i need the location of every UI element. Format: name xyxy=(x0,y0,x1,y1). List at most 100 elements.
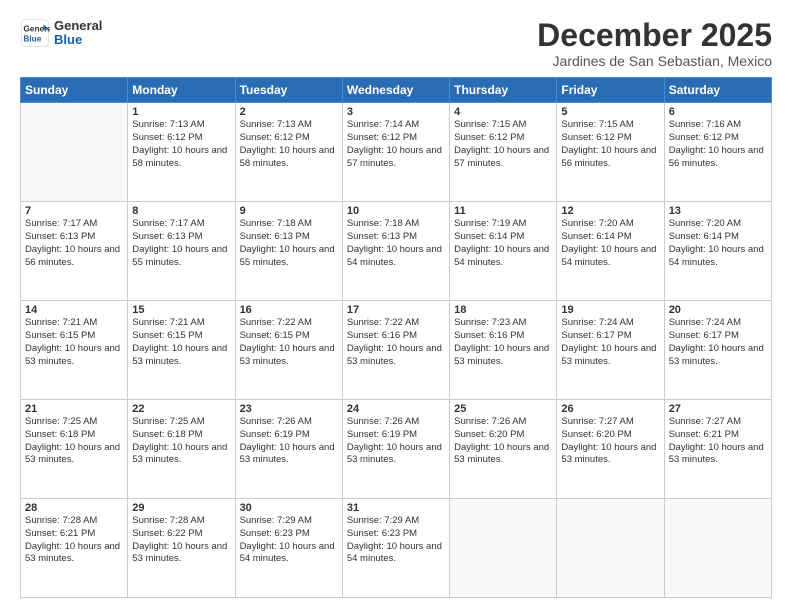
day-info: Sunrise: 7:26 AM Sunset: 6:19 PM Dayligh… xyxy=(347,416,445,467)
day-number: 2 xyxy=(240,106,338,118)
weekday-header-friday: Friday xyxy=(557,78,664,103)
day-info: Sunrise: 7:17 AM Sunset: 6:13 PM Dayligh… xyxy=(25,218,123,269)
day-cell: 1Sunrise: 7:13 AM Sunset: 6:12 PM Daylig… xyxy=(128,103,235,202)
day-cell: 2Sunrise: 7:13 AM Sunset: 6:12 PM Daylig… xyxy=(235,103,342,202)
day-number: 16 xyxy=(240,304,338,316)
day-number: 17 xyxy=(347,304,445,316)
day-number: 18 xyxy=(454,304,552,316)
day-number: 12 xyxy=(561,205,659,217)
day-cell: 16Sunrise: 7:22 AM Sunset: 6:15 PM Dayli… xyxy=(235,301,342,400)
day-number: 14 xyxy=(25,304,123,316)
day-number: 10 xyxy=(347,205,445,217)
day-cell: 29Sunrise: 7:28 AM Sunset: 6:22 PM Dayli… xyxy=(128,499,235,598)
page: General Blue General Blue December 2025 … xyxy=(0,0,792,612)
day-number: 7 xyxy=(25,205,123,217)
day-info: Sunrise: 7:16 AM Sunset: 6:12 PM Dayligh… xyxy=(669,119,767,170)
weekday-header-thursday: Thursday xyxy=(450,78,557,103)
day-info: Sunrise: 7:29 AM Sunset: 6:23 PM Dayligh… xyxy=(240,515,338,566)
day-number: 5 xyxy=(561,106,659,118)
day-number: 27 xyxy=(669,403,767,415)
day-number: 13 xyxy=(669,205,767,217)
day-cell: 23Sunrise: 7:26 AM Sunset: 6:19 PM Dayli… xyxy=(235,400,342,499)
day-info: Sunrise: 7:18 AM Sunset: 6:13 PM Dayligh… xyxy=(347,218,445,269)
day-number: 31 xyxy=(347,502,445,514)
day-info: Sunrise: 7:19 AM Sunset: 6:14 PM Dayligh… xyxy=(454,218,552,269)
day-number: 23 xyxy=(240,403,338,415)
day-info: Sunrise: 7:28 AM Sunset: 6:22 PM Dayligh… xyxy=(132,515,230,566)
svg-text:Blue: Blue xyxy=(23,33,41,43)
day-info: Sunrise: 7:17 AM Sunset: 6:13 PM Dayligh… xyxy=(132,218,230,269)
day-number: 24 xyxy=(347,403,445,415)
day-info: Sunrise: 7:27 AM Sunset: 6:21 PM Dayligh… xyxy=(669,416,767,467)
day-cell: 30Sunrise: 7:29 AM Sunset: 6:23 PM Dayli… xyxy=(235,499,342,598)
day-info: Sunrise: 7:25 AM Sunset: 6:18 PM Dayligh… xyxy=(25,416,123,467)
day-cell: 31Sunrise: 7:29 AM Sunset: 6:23 PM Dayli… xyxy=(342,499,449,598)
day-number: 11 xyxy=(454,205,552,217)
day-number: 15 xyxy=(132,304,230,316)
day-cell: 13Sunrise: 7:20 AM Sunset: 6:14 PM Dayli… xyxy=(664,202,771,301)
day-number: 22 xyxy=(132,403,230,415)
day-info: Sunrise: 7:21 AM Sunset: 6:15 PM Dayligh… xyxy=(132,317,230,368)
day-info: Sunrise: 7:24 AM Sunset: 6:17 PM Dayligh… xyxy=(669,317,767,368)
day-cell: 4Sunrise: 7:15 AM Sunset: 6:12 PM Daylig… xyxy=(450,103,557,202)
day-cell: 9Sunrise: 7:18 AM Sunset: 6:13 PM Daylig… xyxy=(235,202,342,301)
day-info: Sunrise: 7:20 AM Sunset: 6:14 PM Dayligh… xyxy=(561,218,659,269)
day-info: Sunrise: 7:23 AM Sunset: 6:16 PM Dayligh… xyxy=(454,317,552,368)
weekday-header-wednesday: Wednesday xyxy=(342,78,449,103)
day-info: Sunrise: 7:22 AM Sunset: 6:15 PM Dayligh… xyxy=(240,317,338,368)
day-number: 6 xyxy=(669,106,767,118)
day-cell xyxy=(557,499,664,598)
calendar-table: SundayMondayTuesdayWednesdayThursdayFrid… xyxy=(20,77,772,598)
day-cell xyxy=(664,499,771,598)
day-info: Sunrise: 7:13 AM Sunset: 6:12 PM Dayligh… xyxy=(240,119,338,170)
weekday-header-sunday: Sunday xyxy=(21,78,128,103)
month-title: December 2025 xyxy=(537,18,772,53)
logo-icon: General Blue xyxy=(20,18,50,48)
day-number: 21 xyxy=(25,403,123,415)
weekday-header-saturday: Saturday xyxy=(664,78,771,103)
day-info: Sunrise: 7:24 AM Sunset: 6:17 PM Dayligh… xyxy=(561,317,659,368)
day-number: 29 xyxy=(132,502,230,514)
day-info: Sunrise: 7:21 AM Sunset: 6:15 PM Dayligh… xyxy=(25,317,123,368)
day-info: Sunrise: 7:28 AM Sunset: 6:21 PM Dayligh… xyxy=(25,515,123,566)
day-cell: 25Sunrise: 7:26 AM Sunset: 6:20 PM Dayli… xyxy=(450,400,557,499)
day-info: Sunrise: 7:25 AM Sunset: 6:18 PM Dayligh… xyxy=(132,416,230,467)
day-number: 8 xyxy=(132,205,230,217)
day-cell: 3Sunrise: 7:14 AM Sunset: 6:12 PM Daylig… xyxy=(342,103,449,202)
day-info: Sunrise: 7:26 AM Sunset: 6:19 PM Dayligh… xyxy=(240,416,338,467)
day-info: Sunrise: 7:20 AM Sunset: 6:14 PM Dayligh… xyxy=(669,218,767,269)
day-cell: 28Sunrise: 7:28 AM Sunset: 6:21 PM Dayli… xyxy=(21,499,128,598)
day-cell: 27Sunrise: 7:27 AM Sunset: 6:21 PM Dayli… xyxy=(664,400,771,499)
day-info: Sunrise: 7:26 AM Sunset: 6:20 PM Dayligh… xyxy=(454,416,552,467)
weekday-header-monday: Monday xyxy=(128,78,235,103)
day-cell: 15Sunrise: 7:21 AM Sunset: 6:15 PM Dayli… xyxy=(128,301,235,400)
day-info: Sunrise: 7:14 AM Sunset: 6:12 PM Dayligh… xyxy=(347,119,445,170)
week-row-2: 7Sunrise: 7:17 AM Sunset: 6:13 PM Daylig… xyxy=(21,202,772,301)
day-number: 30 xyxy=(240,502,338,514)
day-number: 1 xyxy=(132,106,230,118)
day-number: 9 xyxy=(240,205,338,217)
day-info: Sunrise: 7:22 AM Sunset: 6:16 PM Dayligh… xyxy=(347,317,445,368)
day-cell: 10Sunrise: 7:18 AM Sunset: 6:13 PM Dayli… xyxy=(342,202,449,301)
day-cell: 12Sunrise: 7:20 AM Sunset: 6:14 PM Dayli… xyxy=(557,202,664,301)
day-cell: 14Sunrise: 7:21 AM Sunset: 6:15 PM Dayli… xyxy=(21,301,128,400)
day-number: 25 xyxy=(454,403,552,415)
day-cell: 5Sunrise: 7:15 AM Sunset: 6:12 PM Daylig… xyxy=(557,103,664,202)
day-cell: 8Sunrise: 7:17 AM Sunset: 6:13 PM Daylig… xyxy=(128,202,235,301)
logo-general: General xyxy=(54,19,102,33)
week-row-1: 1 Sunrise: 7:13 AM Sunset: 6:12 PM Daylig… xyxy=(21,103,772,202)
day-number: 4 xyxy=(454,106,552,118)
location: Jardines de San Sebastian, Mexico xyxy=(537,53,772,69)
day-cell: 18Sunrise: 7:23 AM Sunset: 6:16 PM Dayli… xyxy=(450,301,557,400)
day-number: 20 xyxy=(669,304,767,316)
day-cell: 11Sunrise: 7:19 AM Sunset: 6:14 PM Dayli… xyxy=(450,202,557,301)
day-cell xyxy=(450,499,557,598)
day-cell xyxy=(21,103,128,202)
weekday-header-tuesday: Tuesday xyxy=(235,78,342,103)
day-number: 26 xyxy=(561,403,659,415)
day-cell: 20Sunrise: 7:24 AM Sunset: 6:17 PM Dayli… xyxy=(664,301,771,400)
day-info: Sunrise: 7:29 AM Sunset: 6:23 PM Dayligh… xyxy=(347,515,445,566)
day-cell: 21Sunrise: 7:25 AM Sunset: 6:18 PM Dayli… xyxy=(21,400,128,499)
day-info: Sunrise: 7:15 AM Sunset: 6:12 PM Dayligh… xyxy=(561,119,659,170)
header: General Blue General Blue December 2025 … xyxy=(20,18,772,69)
